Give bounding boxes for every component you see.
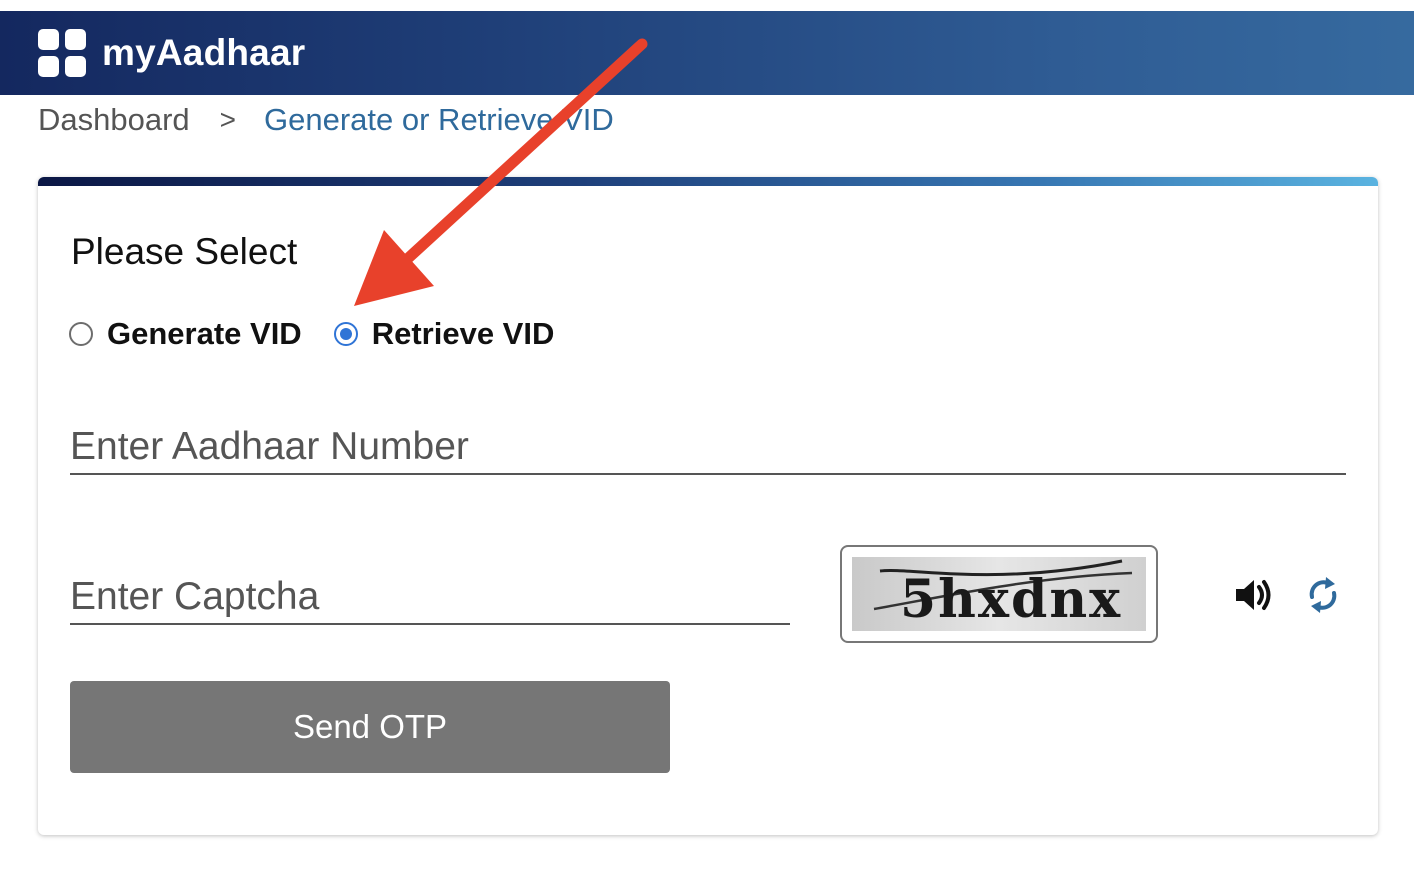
captcha-input[interactable] <box>70 571 790 623</box>
refresh-icon[interactable] <box>1304 573 1342 617</box>
breadcrumb-separator: > <box>219 104 237 135</box>
brand-name[interactable]: myAadhaar <box>102 31 305 75</box>
vid-form-card: Please Select Generate VID Retrieve VID … <box>38 177 1378 835</box>
breadcrumb-current: Generate or Retrieve VID <box>264 102 614 137</box>
vid-option-group: Generate VID Retrieve VID <box>69 314 554 354</box>
aadhaar-number-input[interactable] <box>70 421 1346 473</box>
aadhaar-number-field <box>70 421 1346 475</box>
card-accent-strip <box>38 177 1378 186</box>
captcha-image-box: 5hxdnx <box>840 545 1158 643</box>
breadcrumb-dashboard[interactable]: Dashboard <box>38 100 190 140</box>
radio-generate-vid[interactable] <box>69 322 93 346</box>
speaker-icon[interactable] <box>1234 575 1274 615</box>
top-bar: myAadhaar <box>0 11 1414 95</box>
captcha-text: 5hxdnx <box>900 569 1122 630</box>
breadcrumb: Dashboard > Generate or Retrieve VID <box>38 100 614 140</box>
send-otp-button[interactable]: Send OTP <box>70 681 670 773</box>
grid-logo-icon[interactable] <box>38 29 86 77</box>
radio-retrieve-vid[interactable] <box>333 322 358 346</box>
radio-retrieve-vid-label[interactable]: Retrieve VID <box>372 314 555 354</box>
radio-generate-vid-label[interactable]: Generate VID <box>107 314 302 354</box>
captcha-image: 5hxdnx <box>852 557 1146 631</box>
captcha-field <box>70 571 790 625</box>
section-title: Please Select <box>71 231 298 272</box>
